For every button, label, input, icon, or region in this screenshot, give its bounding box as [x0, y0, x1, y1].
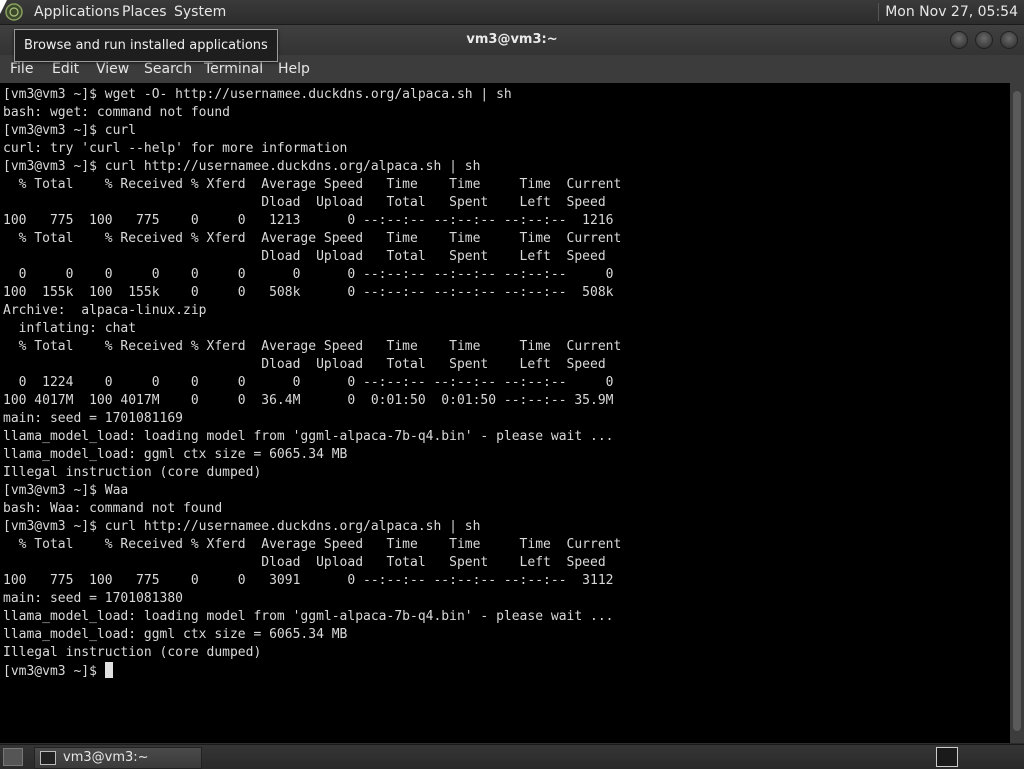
show-desktop-icon[interactable] [3, 748, 23, 766]
terminal-line: llama_model_load: ggml ctx size = 6065.3… [3, 447, 348, 462]
terminal-line: % Total % Received % Xferd Average Speed… [18, 231, 622, 246]
menu-edit[interactable]: Edit [52, 61, 79, 77]
terminal-line: main: seed = 1701081169 [3, 411, 184, 426]
menu-view[interactable]: View [96, 61, 129, 77]
top-panel: Applications Places System Mon Nov 27, 0… [0, 0, 1024, 25]
text-cursor [104, 662, 113, 678]
terminal-line: Dload Upload Total Spent Left Speed [261, 555, 606, 570]
terminal-line: llama_model_load: loading model from 'gg… [3, 609, 614, 624]
terminal-line: 0 0 0 0 0 0 0 0 --:--:-- --:--:-- --:--:… [18, 267, 614, 282]
terminal-line: 100 775 100 775 0 0 1213 0 --:--:-- --:-… [3, 213, 614, 228]
terminal-line: [vm3@vm3 ~]$ curl [3, 123, 137, 138]
terminal-line: 0 1224 0 0 0 0 0 0 --:--:-- --:--:-- --:… [18, 375, 614, 390]
terminal-output[interactable]: [vm3@vm3 ~]$ wget -O- http://usernamee.d… [0, 83, 1010, 743]
terminal-line: [vm3@vm3 ~]$ wget -O- http://usernamee.d… [3, 87, 512, 102]
menu-help[interactable]: Help [278, 61, 310, 77]
terminal-line: Dload Upload Total Spent Left Speed [261, 195, 606, 210]
terminal-text: [vm3@vm3 ~]$ wget -O- http://usernamee.d… [0, 83, 1010, 681]
terminal-line: % Total % Received % Xferd Average Speed… [18, 339, 622, 354]
terminal-scrollbar[interactable] [1010, 83, 1024, 743]
terminal-line: 100 155k 100 155k 0 0 508k 0 --:--:-- --… [3, 285, 614, 300]
system-menu[interactable]: System [174, 3, 226, 21]
terminal-line: curl: try 'curl --help' for more informa… [3, 141, 348, 156]
taskbar-terminal-label: vm3@vm3:~ [63, 750, 149, 765]
menu-file[interactable]: File [10, 61, 33, 77]
terminal-line: llama_model_load: ggml ctx size = 6065.3… [3, 627, 348, 642]
taskbar-terminal-button[interactable]: vm3@vm3:~ [34, 747, 202, 769]
terminal-line: Illegal instruction (core dumped) [3, 465, 262, 480]
terminal-lines: [vm3@vm3 ~]$ wget -O- http://usernamee.d… [3, 87, 621, 660]
applications-logo-icon[interactable] [4, 2, 24, 22]
minimize-button[interactable] [950, 31, 968, 49]
terminal-line: [vm3@vm3 ~]$ Waa [3, 483, 129, 498]
terminal-line: % Total % Received % Xferd Average Speed… [18, 537, 622, 552]
maximize-button[interactable] [975, 31, 993, 49]
clock[interactable]: Mon Nov 27, 05:54 [878, 3, 1018, 21]
terminal-line: Dload Upload Total Spent Left Speed [261, 357, 606, 372]
terminal-line: main: seed = 1701081380 [3, 591, 184, 606]
bottom-panel: vm3@vm3:~ [0, 744, 1024, 769]
applications-menu[interactable]: Applications [34, 3, 120, 21]
terminal-icon [40, 751, 56, 765]
tray-terminal-icon[interactable] [936, 747, 958, 767]
applications-tooltip: Browse and run installed applications [14, 29, 278, 62]
menu-search[interactable]: Search [144, 61, 192, 77]
terminal-line: Dload Upload Total Spent Left Speed [261, 249, 606, 264]
terminal-line: 100 775 100 775 0 0 3091 0 --:--:-- --:-… [3, 573, 614, 588]
mouse-pointer-icon [0, 0, 7, 14]
scrollbar-thumb[interactable] [1013, 91, 1021, 731]
menu-terminal[interactable]: Terminal [204, 61, 263, 77]
terminal-line: [vm3@vm3 ~]$ curl http://usernamee.duckd… [3, 519, 481, 534]
close-button[interactable] [1000, 31, 1018, 49]
terminal-line: bash: wget: command not found [3, 105, 230, 120]
terminal-line: Archive: alpaca-linux.zip [3, 303, 207, 318]
terminal-line: llama_model_load: loading model from 'gg… [3, 429, 614, 444]
terminal-prompt: [vm3@vm3 ~]$ [3, 664, 105, 679]
terminal-line: Illegal instruction (core dumped) [3, 645, 262, 660]
terminal-window: vm3@vm3:~ File Edit View Search Terminal… [0, 25, 1024, 743]
terminal-line: % Total % Received % Xferd Average Speed… [18, 177, 622, 192]
terminal-line: bash: Waa: command not found [3, 501, 223, 516]
terminal-line: 100 4017M 100 4017M 0 0 36.4M 0 0:01:50 … [3, 393, 614, 408]
places-menu[interactable]: Places [122, 3, 167, 21]
terminal-line: inflating: chat [18, 321, 137, 336]
terminal-line: [vm3@vm3 ~]$ curl http://usernamee.duckd… [3, 159, 481, 174]
